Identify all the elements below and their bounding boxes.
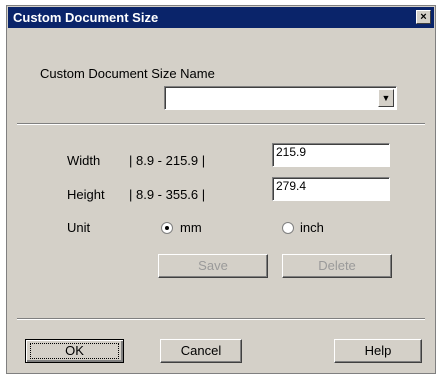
separator-bottom: [17, 318, 425, 320]
help-button-label: Help: [364, 343, 392, 358]
document-size-name-label: Custom Document Size Name: [40, 66, 215, 81]
cancel-button-label: Cancel: [180, 343, 222, 358]
width-input[interactable]: 215.9: [272, 143, 390, 167]
unit-inch-label[interactable]: inch: [300, 220, 324, 235]
height-label: Height: [67, 187, 105, 202]
unit-mm-label[interactable]: mm: [180, 220, 202, 235]
document-size-name-combobox[interactable]: ▼: [164, 86, 397, 110]
radio-selected-dot: [165, 226, 169, 230]
help-button[interactable]: Help: [334, 339, 422, 363]
custom-document-size-dialog: Custom Document Size × Custom Document S…: [6, 5, 436, 374]
separator-top: [17, 123, 425, 125]
close-icon[interactable]: ×: [416, 10, 431, 24]
height-range: | 8.9 - 355.6 |: [129, 187, 206, 202]
cancel-button[interactable]: Cancel: [160, 339, 242, 363]
width-label: Width: [67, 153, 101, 168]
save-button[interactable]: Save: [158, 254, 268, 278]
save-button-label: Save: [198, 258, 228, 273]
delete-button-label: Delete: [318, 258, 356, 273]
delete-button[interactable]: Delete: [282, 254, 392, 278]
unit-inch-radio[interactable]: [282, 222, 294, 234]
title-bar[interactable]: Custom Document Size ×: [8, 7, 434, 28]
width-value: 215.9: [276, 145, 307, 159]
height-input[interactable]: 279.4: [272, 177, 390, 201]
unit-mm-radio[interactable]: [161, 222, 173, 234]
height-value: 279.4: [276, 179, 307, 193]
focus-rectangle: [30, 343, 119, 359]
unit-label: Unit: [67, 220, 91, 235]
width-range: | 8.9 - 215.9 |: [129, 153, 206, 168]
chevron-down-icon[interactable]: ▼: [378, 89, 394, 107]
ok-button[interactable]: OK: [25, 339, 124, 363]
dialog-title: Custom Document Size: [13, 10, 159, 25]
